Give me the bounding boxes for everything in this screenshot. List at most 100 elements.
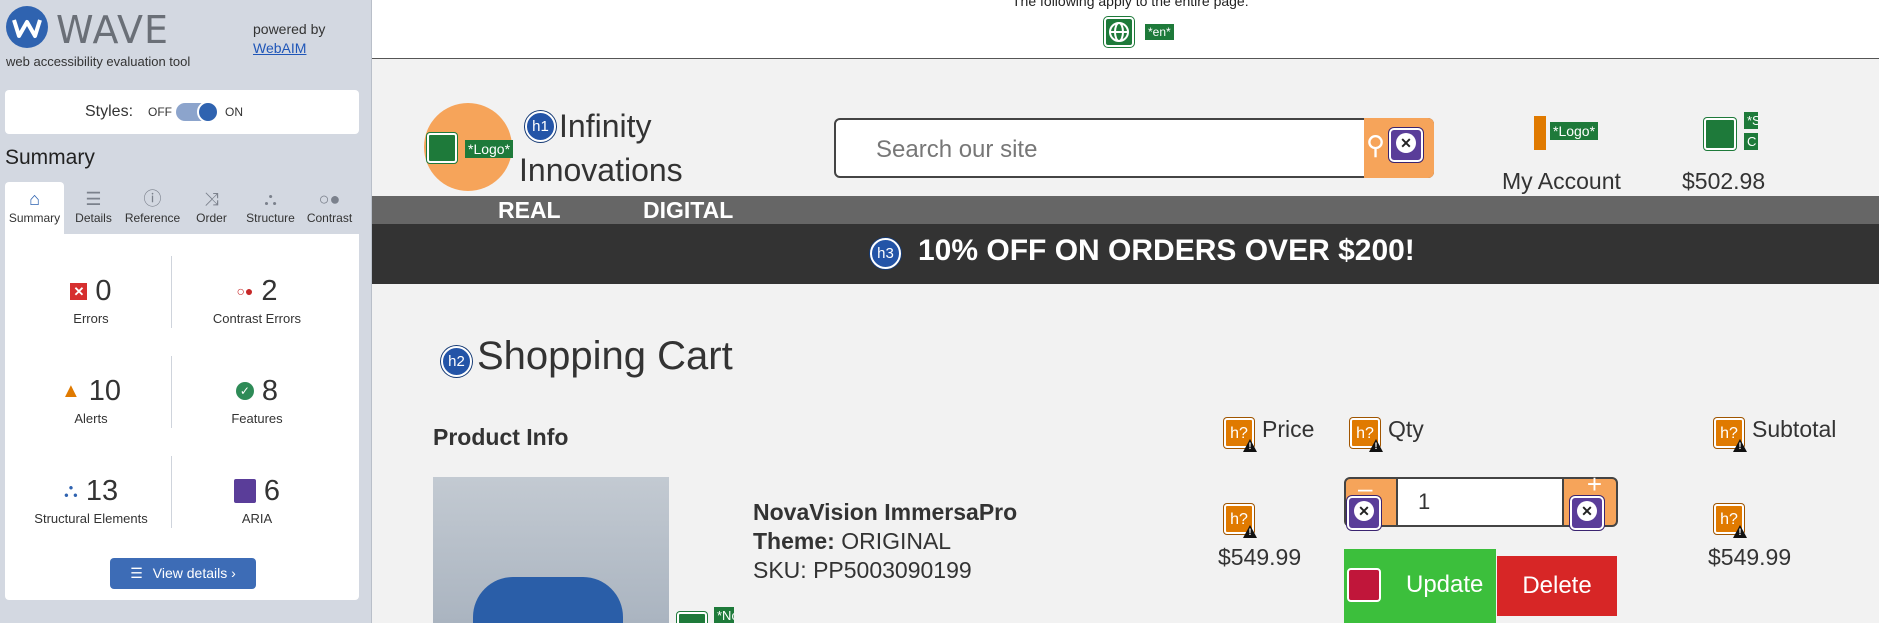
- divider: [171, 356, 172, 428]
- styles-toggle-box: Styles: OFF ON: [5, 90, 359, 134]
- contrast-error-icon: [1347, 568, 1381, 602]
- search-bar[interactable]: Search our site ⚲: [834, 118, 1434, 178]
- divider: [171, 256, 172, 328]
- alert-icon[interactable]: [1534, 116, 1546, 150]
- view-details-button[interactable]: ☰ View details ›: [110, 558, 256, 589]
- tab-order[interactable]: ⤨ Order: [182, 182, 241, 234]
- powered-by-label: powered by: [253, 21, 326, 37]
- promo-banner: h3 10% OFF ON ORDERS OVER $200!: [372, 224, 1879, 284]
- heading-alert-icon[interactable]: h?: [1224, 504, 1254, 534]
- image-icon[interactable]: [677, 612, 707, 623]
- aria-label-icon[interactable]: [1389, 128, 1423, 162]
- linked-image-icon[interactable]: [427, 133, 457, 163]
- heading-alert-icon[interactable]: h?: [1714, 418, 1744, 448]
- summary-heading: Summary: [5, 146, 95, 169]
- product-image[interactable]: [433, 477, 669, 623]
- my-account-link[interactable]: My Account: [1502, 168, 1621, 195]
- webaim-link[interactable]: WebAIM: [253, 40, 306, 56]
- h2-badge: h2: [441, 346, 472, 377]
- tab-details[interactable]: ☰ Details: [64, 182, 123, 234]
- error-icon: ✕: [70, 282, 88, 300]
- theme-value: ORIGINAL: [841, 528, 952, 554]
- update-label: Update: [1406, 571, 1484, 598]
- product-img-alt-tag: *No: [714, 607, 734, 623]
- delete-button[interactable]: Delete: [1497, 556, 1617, 616]
- wave-tagline: web accessibility evaluation tool: [6, 54, 191, 69]
- product-sku: SKU: PP5003090199: [753, 557, 972, 583]
- features-stat[interactable]: ✓ 8 Features: [177, 374, 337, 427]
- structural-label: Structural Elements: [34, 511, 148, 526]
- vr-headset-image: [473, 577, 623, 623]
- product-name[interactable]: NovaVision ImmersaPro: [753, 498, 1017, 527]
- nav-item-digital[interactable]: DIGITAL: [643, 196, 733, 224]
- promo-text: 10% OFF ON ORDERS OVER $200!: [918, 234, 1415, 267]
- tab-label: Summary: [8, 211, 61, 225]
- heading-alert-icon[interactable]: h?: [1224, 418, 1254, 448]
- cart-total[interactable]: $502.98: [1682, 168, 1765, 195]
- structure-icon: ⛬: [63, 479, 78, 502]
- feature-icon: ✓: [235, 382, 254, 400]
- wave-tabs: ⌂ Summary ☰ Details ⓘ Reference ⤨ Order …: [5, 182, 359, 234]
- theme-label: Theme:: [753, 528, 835, 554]
- styles-toggle[interactable]: [176, 101, 219, 123]
- home-icon: ⌂: [29, 189, 40, 209]
- heading-alert-icon[interactable]: h?: [1350, 418, 1380, 448]
- tab-summary[interactable]: ⌂ Summary: [5, 182, 64, 234]
- logo-alt-tag: *Logo*: [465, 140, 514, 158]
- structural-stat[interactable]: ⛬ 13 Structural Elements: [11, 474, 171, 527]
- cart-title: Shopping Cart: [477, 334, 733, 378]
- search-input[interactable]: Search our site: [876, 136, 1037, 164]
- tab-label: Reference: [124, 211, 181, 225]
- tab-structure[interactable]: ⛬ Structure: [241, 182, 300, 234]
- main-nav: REAL DIGITAL: [372, 196, 1879, 224]
- account-logo-tag: *Logo*: [1550, 122, 1599, 140]
- contrast-error-icon: ○●: [236, 283, 254, 299]
- errors-count: 0: [95, 274, 112, 307]
- view-details-label: View details ›: [152, 565, 236, 581]
- powered-by: powered by WebAIM: [253, 20, 325, 58]
- image-icon[interactable]: [1704, 118, 1736, 150]
- site-header: *Logo* h1 Infinity Innovations Search ou…: [372, 60, 1879, 196]
- lang-tag: *en*: [1145, 24, 1174, 40]
- heading-alert-icon[interactable]: h?: [1714, 504, 1744, 534]
- alert-icon: ▲: [60, 379, 81, 402]
- divider: [171, 456, 172, 528]
- col-qty: Qty: [1388, 416, 1424, 442]
- update-button[interactable]: Update: [1344, 549, 1496, 623]
- order-icon: ⤨: [204, 189, 219, 209]
- aria-label-icon[interactable]: [1570, 496, 1604, 530]
- contrast-errors-count: 2: [261, 274, 278, 307]
- contrast-icon: ○●: [318, 189, 341, 209]
- info-icon: ⓘ: [143, 189, 162, 209]
- aria-label-icon[interactable]: [1347, 496, 1381, 530]
- contrast-errors-stat[interactable]: ○● 2 Contrast Errors: [177, 274, 337, 327]
- evaluated-page: The following apply to the entire page: …: [372, 0, 1879, 623]
- alerts-count: 10: [88, 374, 122, 407]
- language-icon[interactable]: [1104, 17, 1134, 47]
- tab-contrast[interactable]: ○● Contrast: [300, 182, 359, 234]
- tab-label: Structure: [246, 211, 295, 225]
- cart-alt-tag-2: C: [1744, 133, 1758, 150]
- product-info: NovaVision ImmersaPro Theme: ORIGINAL SK…: [753, 498, 1017, 585]
- aria-icon: [233, 479, 256, 503]
- h3-badge: h3: [870, 238, 901, 269]
- col-subtotal: Subtotal: [1752, 416, 1837, 442]
- aria-label: ARIA: [241, 511, 273, 526]
- col-price: Price: [1262, 416, 1315, 442]
- wave-logo-text: WAVE: [56, 8, 170, 52]
- aria-stat[interactable]: 6 ARIA: [177, 474, 337, 526]
- tab-label: Details: [75, 211, 112, 225]
- styles-label: Styles:: [85, 103, 134, 120]
- styles-on-label: ON: [225, 105, 243, 119]
- structure-icon: ⛬: [264, 189, 277, 209]
- product-price: $549.99: [1218, 544, 1302, 570]
- toggle-knob: [197, 101, 219, 123]
- errors-stat[interactable]: ✕ 0 Errors: [11, 274, 171, 326]
- errors-label: Errors: [73, 311, 109, 326]
- alerts-stat[interactable]: ▲ 10 Alerts: [11, 374, 171, 427]
- brand-name: Infinity Innovations: [519, 108, 683, 188]
- quantity-input[interactable]: 1: [1396, 479, 1564, 525]
- tab-reference[interactable]: ⓘ Reference: [123, 182, 182, 234]
- list-icon: ☰: [130, 565, 143, 581]
- nav-item-real[interactable]: REAL: [498, 196, 561, 224]
